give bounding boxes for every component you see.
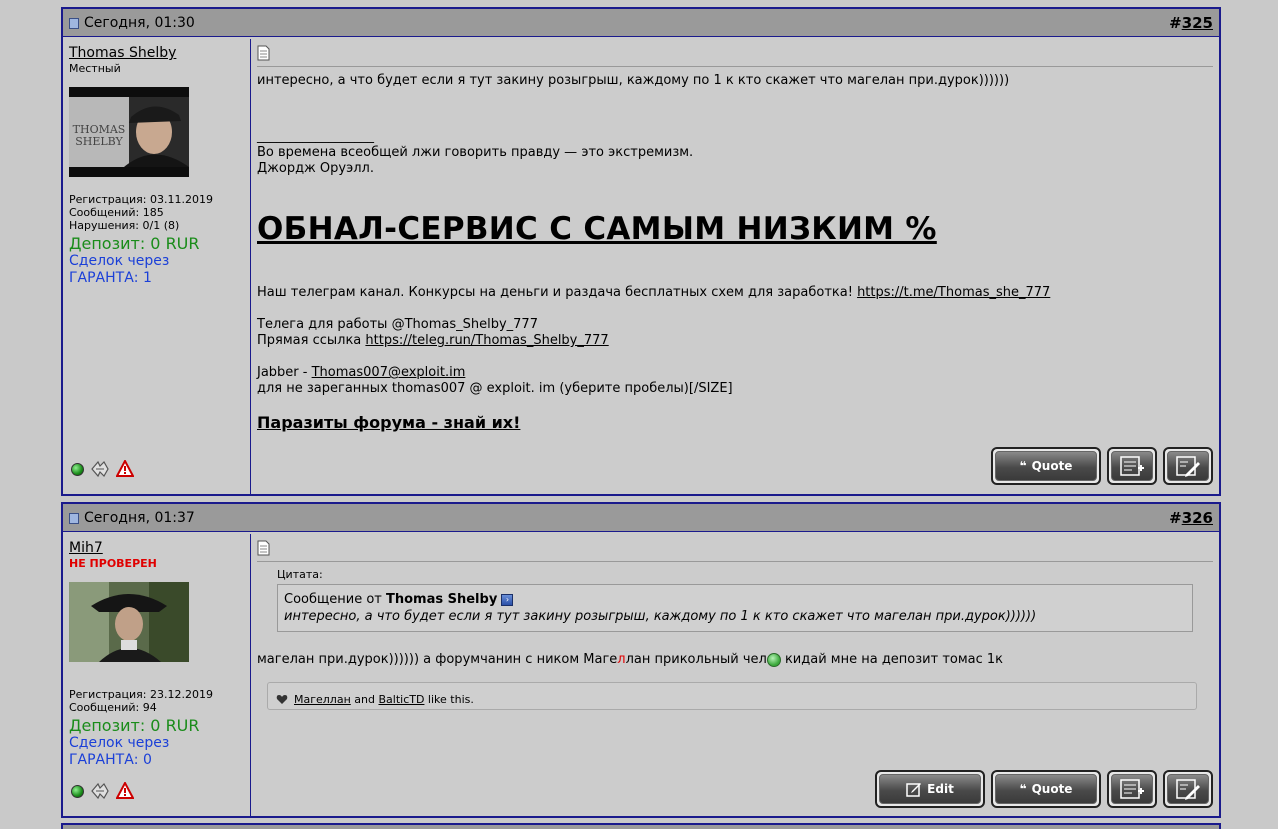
post-status-icon <box>69 17 79 29</box>
document-icon <box>257 540 270 556</box>
post-date-text: Сегодня, 01:37 <box>84 510 195 526</box>
user-info-panel: Thomas Shelby Местный THOMAS SHELBY Реги… <box>63 39 251 494</box>
smiley-icon <box>766 652 781 667</box>
quick-reply-button[interactable] <box>1163 447 1213 485</box>
registration-date: Регистрация: 03.11.2019 <box>69 193 213 206</box>
quick-reply-button[interactable] <box>1163 770 1213 808</box>
deposit: Депозит: 0 RUR <box>69 234 200 253</box>
post-number-link[interactable]: 325 <box>1182 14 1213 32</box>
post-header <box>63 825 1219 829</box>
quote-button[interactable]: ❝ Quote <box>991 770 1101 808</box>
multi-quote-button[interactable] <box>1107 770 1157 808</box>
edit-icon <box>906 783 922 797</box>
next-post-partial <box>61 823 1221 829</box>
likes-bar: Магеллан and BalticTD like this. <box>267 682 1197 710</box>
reply-pen-icon <box>1176 779 1200 800</box>
username-link[interactable]: Mih7 <box>69 540 250 556</box>
signature-separator: __________________ <box>257 129 374 144</box>
signature-headline[interactable]: ОБНАЛ-СЕРВИС С САМЫМ НИЗКИМ % <box>257 211 1213 247</box>
post-icon-row <box>257 45 1213 67</box>
like-user-link[interactable]: BalticTD <box>378 693 424 706</box>
user-stats: Регистрация: 23.12.2019 Сообщений: 94 <box>69 688 250 714</box>
reply-pen-icon <box>1176 456 1200 477</box>
post-content: Цитата: Сообщение от Thomas Shelby › инт… <box>251 534 1219 816</box>
post-message: интересно, а что будет если я тут закину… <box>257 73 1010 88</box>
message-count: Сообщений: 185 <box>69 206 164 219</box>
signature-author: Джордж Оруэлл. <box>257 161 374 176</box>
user-status-icons <box>71 782 134 800</box>
report-icon[interactable] <box>116 782 134 800</box>
user-status-icons <box>71 460 134 478</box>
online-status-icon <box>71 462 84 476</box>
deals-line-1: Сделок через <box>69 735 170 751</box>
registration-date: Регистрация: 23.12.2019 <box>69 688 213 701</box>
signature-quote: Во времена всеобщей лжи говорить правду … <box>257 145 694 160</box>
jabber-link[interactable]: Thomas007@exploit.im <box>312 365 466 380</box>
post-date: Сегодня, 01:30 <box>69 15 195 31</box>
quote-text: интересно, а что будет если я тут закину… <box>284 609 1037 624</box>
message-count: Сообщений: 94 <box>69 701 157 714</box>
avatar[interactable] <box>69 582 189 672</box>
post-action-buttons: Edit ❝ Quote <box>875 770 1213 808</box>
svg-text:SHELBY: SHELBY <box>75 135 123 148</box>
post-header: Сегодня, 01:37 #326 <box>63 504 1219 532</box>
deals-line-2: ГАРАНТА: 1 <box>69 270 152 286</box>
signature-jabber-note: для не зареганных thomas007 @ exploit. i… <box>257 381 733 396</box>
deposit: Депозит: 0 RUR <box>69 716 200 735</box>
heart-icon <box>276 695 288 704</box>
post-326: Сегодня, 01:37 #326 Mih7 НЕ ПРОВЕРЕН Рег… <box>61 502 1221 818</box>
post-date: Сегодня, 01:37 <box>69 510 195 526</box>
like-user-link[interactable]: Магеллан <box>294 693 351 706</box>
deals-line-2: ГАРАНТА: 0 <box>69 752 152 768</box>
user-title: НЕ ПРОВЕРЕН <box>69 557 157 570</box>
post-status-icon <box>69 512 79 524</box>
parasites-link[interactable]: Паразиты форума - знай их! <box>257 413 520 432</box>
quote-icon: ❝ <box>1019 782 1027 796</box>
post-action-buttons: ❝ Quote <box>991 447 1213 485</box>
post-date-text: Сегодня, 01:30 <box>84 15 195 31</box>
post-325: Сегодня, 01:30 #325 Thomas Shelby Местны… <box>61 7 1221 496</box>
reputation-icon[interactable] <box>90 460 110 478</box>
view-post-arrow-icon[interactable]: › <box>501 593 514 606</box>
quote-author: Thomas Shelby <box>385 592 498 607</box>
quote-icon: ❝ <box>1019 459 1027 473</box>
edit-button[interactable]: Edit <box>875 770 985 808</box>
quote-label: Цитата: <box>277 568 323 581</box>
quote-block: Цитата: Сообщение от Thomas Shelby › инт… <box>277 568 1193 632</box>
reputation-icon[interactable] <box>90 782 110 800</box>
online-status-icon <box>71 784 84 798</box>
signature-jabber: Jabber - Thomas007@exploit.im <box>257 365 466 380</box>
telegram-channel-link[interactable]: https://t.me/Thomas_she_777 <box>857 285 1050 300</box>
avatar[interactable]: THOMAS SHELBY <box>69 87 189 177</box>
signature-direct-link: Прямая ссылка https://teleg.run/Thomas_S… <box>257 333 609 348</box>
post-icon-row <box>257 540 1213 562</box>
post-header: Сегодня, 01:30 #325 <box>63 9 1219 37</box>
signature-work-telegram: Телега для работы @Thomas_Shelby_777 <box>257 317 538 332</box>
user-info-panel: Mih7 НЕ ПРОВЕРЕН Регистрация: 23.12.2019… <box>63 534 251 816</box>
post-number: #325 <box>1169 14 1213 32</box>
quote-header: Сообщение от Thomas Shelby › <box>284 591 1186 608</box>
multi-quote-icon <box>1120 456 1144 476</box>
post-number-link[interactable]: 326 <box>1182 509 1213 527</box>
username-link[interactable]: Thomas Shelby <box>69 45 250 61</box>
multi-quote-icon <box>1120 779 1144 799</box>
document-icon <box>257 45 270 61</box>
violations: Нарушения: 0/1 (8) <box>69 219 180 232</box>
quote-box: Сообщение от Thomas Shelby › интересно, … <box>277 584 1193 632</box>
post-number: #326 <box>1169 509 1213 527</box>
quote-button[interactable]: ❝ Quote <box>991 447 1101 485</box>
post-message: магелан при.дурок)))))) а форумчанин с н… <box>257 652 1004 667</box>
user-title: Местный <box>69 62 121 75</box>
report-icon[interactable] <box>116 460 134 478</box>
signature-telegram-channel: Наш телеграм канал. Конкурсы на деньги и… <box>257 285 1051 300</box>
deals-line-1: Сделок через <box>69 253 170 269</box>
post-content: интересно, а что будет если я тут закину… <box>251 39 1219 494</box>
user-stats: Регистрация: 03.11.2019 Сообщений: 185 Н… <box>69 193 250 232</box>
multi-quote-button[interactable] <box>1107 447 1157 485</box>
direct-link[interactable]: https://teleg.run/Thomas_Shelby_777 <box>365 333 608 348</box>
